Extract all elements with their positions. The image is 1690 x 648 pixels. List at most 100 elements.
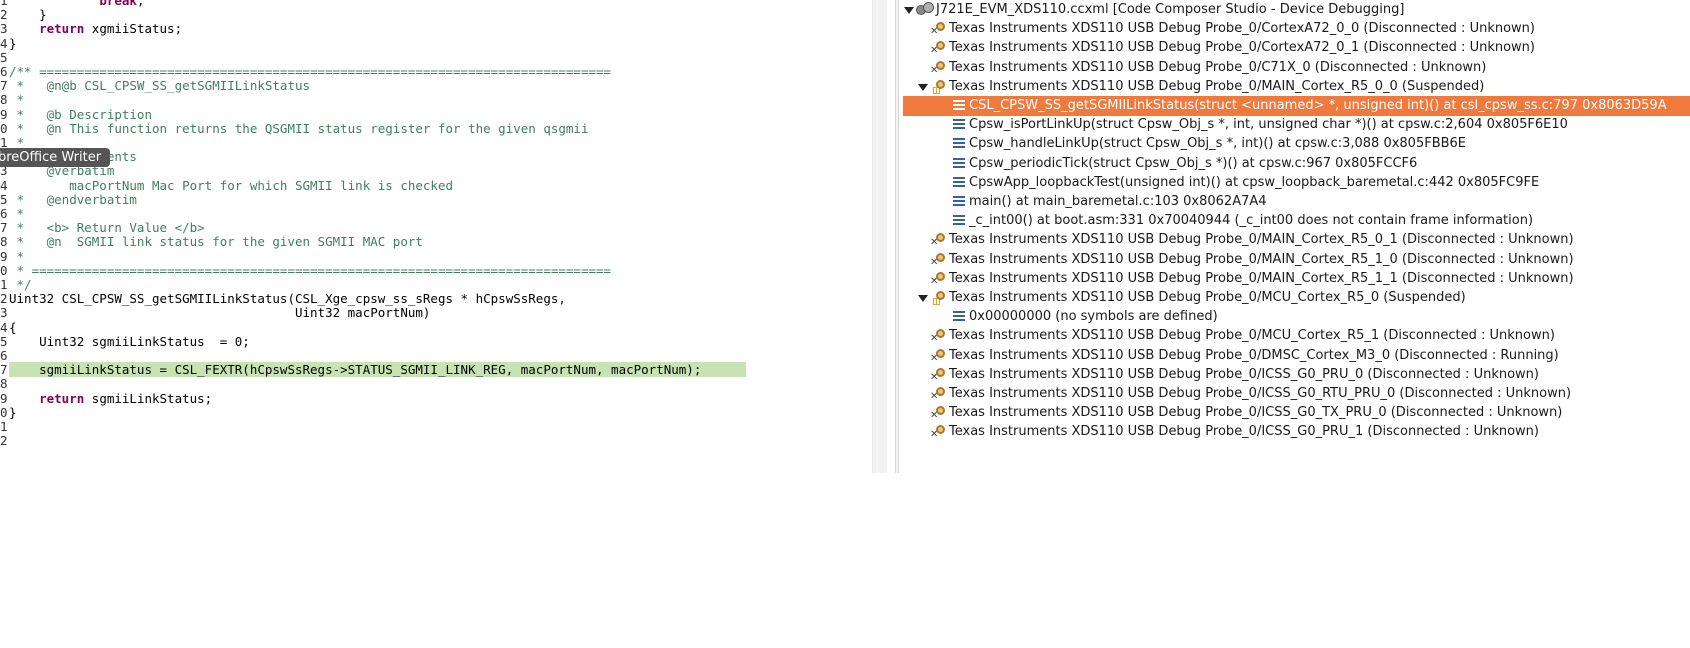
expand-twisty-icon[interactable] xyxy=(917,77,928,97)
disconnected-target-icon: ✕ xyxy=(930,367,948,383)
code-text: Uint32 macPortNum) xyxy=(9,305,431,321)
debug-target-row[interactable]: ✕ Texas Instruments XDS110 USB Debug Prob… xyxy=(903,422,1690,442)
row-label: Texas Instruments XDS110 USB Debug Probe… xyxy=(949,405,1563,421)
code-line[interactable]: 4{ xyxy=(0,320,872,335)
row-label: Texas Instruments XDS110 USB Debug Probe… xyxy=(949,290,1466,305)
line-number: 7 xyxy=(0,78,8,94)
code-text: * @n@b CSL_CPSW_SS_getSGMIILinkStatus xyxy=(9,78,311,94)
debug-session-row[interactable]: J721E_EVM_XDS110.ccxml [Code Composer St… xyxy=(903,0,1690,20)
pane-splitter[interactable] xyxy=(895,0,899,473)
line-number: 3 xyxy=(0,21,8,37)
code-line[interactable]: 7 sgmiiLinkStatus = CSL_FEXTR(hCpswSsReg… xyxy=(0,362,872,377)
code-line[interactable]: 6/** ===================================… xyxy=(0,64,872,79)
row-label: Texas Instruments XDS110 USB Debug Probe… xyxy=(949,424,1539,440)
debug-target-row[interactable]: ✕ Texas Instruments XDS110 USB Debug Prob… xyxy=(903,38,1690,58)
debug-target-row[interactable]: ✕ Texas Instruments XDS110 USB Debug Prob… xyxy=(903,230,1690,250)
stack-frame-icon xyxy=(953,311,965,323)
code-line[interactable]: 4 macPortNum Mac Port for which SGMII li… xyxy=(0,178,872,193)
stack-frame-icon xyxy=(953,215,965,227)
code-line[interactable]: 3 return xgmiiStatus; xyxy=(0,21,872,36)
code-text: sgmiiLinkStatus = CSL_FEXTR(hCpswSsRegs-… xyxy=(9,362,702,378)
stack-frame-row[interactable]: main() at main_baremetal.c:103 0x8062A7A… xyxy=(903,192,1690,212)
line-number: 4 xyxy=(0,35,8,51)
code-text: * <b> Return Value </b> xyxy=(9,220,205,236)
code-line[interactable]: 3 @verbatim xyxy=(0,163,872,178)
code-text: return xgmiiStatus; xyxy=(39,21,183,37)
code-line[interactable]: 0} xyxy=(0,405,872,420)
code-line[interactable]: 5 Uint32 sgmiiLinkStatus = 0; xyxy=(0,334,872,349)
line-number: 3 xyxy=(0,305,8,321)
debug-target-row[interactable]: ✕ Texas Instruments XDS110 USB Debug Prob… xyxy=(903,326,1690,346)
stack-frame-row[interactable]: Cpsw_periodicTick(struct Cpsw_Obj_s *)()… xyxy=(903,154,1690,174)
line-number: 7 xyxy=(0,362,8,378)
code-line[interactable]: 9 * @b Description xyxy=(0,107,872,122)
code-line[interactable]: 5 * @endverbatim xyxy=(0,192,872,207)
debug-target-row[interactable]: ✕ Texas Instruments XDS110 USB Debug Prob… xyxy=(903,269,1690,289)
code-line[interactable]: 2 * @b Arguments xyxy=(0,149,872,164)
code-text: * xyxy=(9,92,25,108)
stack-frame-row[interactable]: Cpsw_isPortLinkUp(struct Cpsw_Obj_s *, i… xyxy=(903,115,1690,135)
expand-twisty-icon[interactable] xyxy=(917,288,928,308)
debug-target-row[interactable]: ✕ Texas Instruments XDS110 USB Debug Prob… xyxy=(903,346,1690,366)
debug-target-row[interactable]: ✕ Texas Instruments XDS110 USB Debug Prob… xyxy=(903,403,1690,423)
debug-session-icon xyxy=(916,2,934,18)
stack-frame-icon xyxy=(953,138,965,150)
code-line[interactable]: 7 * @n@b CSL_CPSW_SS_getSGMIILinkStatus xyxy=(0,78,872,93)
disconnected-target-icon: ✕ xyxy=(930,21,948,37)
code-line[interactable]: 2 } xyxy=(0,7,872,22)
code-line[interactable]: 9 return sgmiiLinkStatus; xyxy=(0,391,872,406)
editor-scrollbar[interactable] xyxy=(872,0,887,473)
disconnected-target-icon: ✕ xyxy=(930,328,948,344)
stack-frame-row[interactable]: CSL_CPSW_SS_getSGMIILinkStatus(struct <u… xyxy=(903,96,1690,116)
code-line[interactable]: 2 Uint32 CSL_CPSW_SS_getSGMIILinkStatus(C… xyxy=(0,291,872,306)
code-line[interactable]: 7 * <b> Return Value </b> xyxy=(0,220,872,235)
disconnected-target-icon: ✕ xyxy=(930,424,948,440)
code-line[interactable]: 4} xyxy=(0,36,872,51)
suspended-target-icon xyxy=(930,290,948,306)
disconnected-target-icon: ✕ xyxy=(930,386,948,402)
row-label: J721E_EVM_XDS110.ccxml [Code Composer St… xyxy=(936,2,1405,17)
debug-target-row[interactable]: ✕ Texas Instruments XDS110 USB Debug Prob… xyxy=(903,58,1690,78)
stack-frame-row[interactable]: Cpsw_handleLinkUp(struct Cpsw_Obj_s *, i… xyxy=(903,134,1690,154)
code-line[interactable]: 2 xyxy=(0,433,872,448)
line-number: 2 xyxy=(0,433,8,449)
code-line[interactable]: 6 * xyxy=(0,206,872,221)
line-number: 5 xyxy=(0,49,8,65)
debug-target-row[interactable]: ✕ Texas Instruments XDS110 USB Debug Prob… xyxy=(903,19,1690,39)
stack-frame-icon xyxy=(953,100,965,112)
debug-target-row[interactable]: ✕ Texas Instruments XDS110 USB Debug Prob… xyxy=(903,250,1690,270)
code-line[interactable]: 8 xyxy=(0,376,872,391)
code-text: { xyxy=(9,319,17,335)
debug-target-row[interactable]: ✕ Texas Instruments XDS110 USB Debug Prob… xyxy=(903,365,1690,385)
code-line[interactable]: 0 * ====================================… xyxy=(0,263,872,278)
code-line[interactable]: 6 xyxy=(0,348,872,363)
stack-frame-row[interactable]: 0x00000000 (no symbols are defined) xyxy=(903,307,1690,327)
stack-frame-row[interactable]: CpswApp_loopbackTest(unsigned int)() at … xyxy=(903,173,1690,193)
code-line[interactable]: 8 * @n SGMII link status for the given S… xyxy=(0,234,872,249)
line-number: 0 xyxy=(0,120,8,136)
line-number: 8 xyxy=(0,234,8,250)
code-line[interactable]: 1 */ xyxy=(0,277,872,292)
expand-twisty-icon[interactable] xyxy=(903,0,914,20)
debug-target-row[interactable]: Texas Instruments XDS110 USB Debug Probe… xyxy=(903,77,1690,97)
debug-view-tree[interactable]: J721E_EVM_XDS110.ccxml [Code Composer St… xyxy=(903,0,1690,473)
code-line[interactable]: 1 * xyxy=(0,135,872,150)
line-number: 6 xyxy=(0,206,8,221)
code-line[interactable]: 0 * @n This function returns the QSGMII … xyxy=(0,121,872,136)
stack-frame-row[interactable]: _c_int00() at boot.asm:331 0x70040944 (_… xyxy=(903,211,1690,231)
code-line[interactable]: 8 * xyxy=(0,92,872,107)
code-line[interactable]: 3 Uint32 macPortNum) xyxy=(0,305,872,320)
code-line[interactable]: 5 xyxy=(0,50,872,65)
line-number: 5 xyxy=(0,191,8,207)
row-label: main() at main_baremetal.c:103 0x8062A7A… xyxy=(969,194,1267,209)
debug-target-row[interactable]: Texas Instruments XDS110 USB Debug Probe… xyxy=(903,288,1690,308)
row-label: Texas Instruments XDS110 USB Debug Probe… xyxy=(949,21,1535,37)
debug-target-row[interactable]: ✕ Texas Instruments XDS110 USB Debug Prob… xyxy=(903,384,1690,404)
code-editor[interactable]: 1 break; 2 } 3 return xgmiiStatus; 4} 5 6/** … xyxy=(0,0,872,473)
code-line[interactable]: 9 * xyxy=(0,249,872,264)
disconnected-target-icon: ✕ xyxy=(930,271,948,287)
code-text: return sgmiiLinkStatus; xyxy=(39,390,213,406)
line-number: 6 xyxy=(0,348,8,363)
row-label: 0x00000000 (no symbols are defined) xyxy=(969,309,1218,325)
code-line[interactable]: 1 xyxy=(0,419,872,434)
